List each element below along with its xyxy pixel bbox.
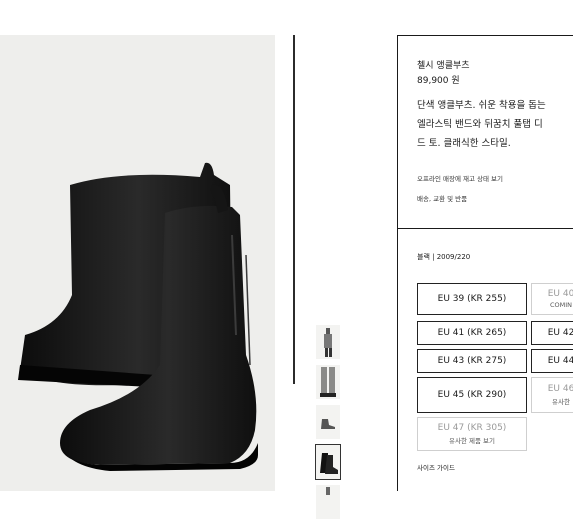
size-option[interactable]: EU 45 (KR 290)	[417, 377, 527, 413]
boot-detail-icon	[326, 487, 330, 495]
size-status: COMIN	[549, 301, 573, 309]
product-name: 첼시 앵클부츠	[417, 61, 470, 71]
size-label: EU 39 (KR 255)	[437, 294, 507, 304]
full-look-icon	[324, 328, 332, 357]
size-guide-link[interactable]: 사이즈 가이드	[417, 462, 455, 472]
size-option[interactable]: EU 44	[531, 349, 573, 373]
size-label: EU 42	[547, 328, 573, 338]
boot-pair-icon	[320, 453, 338, 474]
size-option[interactable]: EU 43 (KR 275)	[417, 349, 527, 373]
size-option[interactable]: EU 47 (KR 305) 유사한 제품 보기	[417, 417, 527, 451]
shipping-returns-link[interactable]: 배송, 교환 및 반품	[417, 193, 467, 203]
size-label: EU 46	[547, 384, 573, 394]
store-stock-link[interactable]: 오프라인 매장에 재고 상태 보기	[417, 173, 503, 183]
color-label: 블랙 | 2009/220	[417, 253, 471, 261]
chelsea-boots-illustration	[0, 35, 275, 491]
panel-divider	[398, 228, 573, 229]
thumbnail-boot-pair[interactable]	[315, 444, 341, 480]
size-status: 유사한 제품 보기	[449, 437, 495, 445]
size-status: 유사한	[552, 398, 570, 406]
size-label: EU 44	[547, 356, 573, 366]
thumbnail-trousers[interactable]	[316, 365, 340, 399]
size-option[interactable]: EU 40 COMIN	[531, 283, 573, 315]
product-info-panel: 첼시 앵클부츠 89,900 원 단색 앵클부츠. 쉬운 착용을 돕는 엘라스틱…	[397, 35, 573, 491]
thumbnail-strip	[315, 325, 341, 525]
size-label: EU 45 (KR 290)	[437, 390, 507, 400]
product-price: 89,900 원	[417, 76, 460, 86]
product-description: 단색 앵클부츠. 쉬운 착용을 돕는 엘라스틱 밴드와 뒤꿈치 풀탭 디 드 토…	[417, 100, 546, 149]
size-option[interactable]: EU 39 (KR 255)	[417, 283, 527, 315]
size-option[interactable]: EU 42	[531, 321, 573, 345]
size-label: EU 41 (KR 265)	[437, 328, 507, 338]
thumbnail-boot-side[interactable]	[316, 405, 340, 439]
boot-side-icon	[321, 419, 335, 429]
size-option[interactable]: EU 46 유사한	[531, 377, 573, 413]
thumbnail-boot-detail[interactable]	[316, 485, 340, 519]
size-label: EU 47 (KR 305)	[437, 423, 507, 433]
size-option[interactable]: EU 41 (KR 265)	[417, 321, 527, 345]
size-label: EU 40	[547, 289, 573, 299]
trousers-icon	[320, 367, 336, 397]
thumbnail-full-look[interactable]	[316, 325, 340, 359]
product-main-image[interactable]	[0, 35, 275, 491]
size-label: EU 43 (KR 275)	[437, 356, 507, 366]
image-scrollbar[interactable]	[293, 35, 295, 384]
